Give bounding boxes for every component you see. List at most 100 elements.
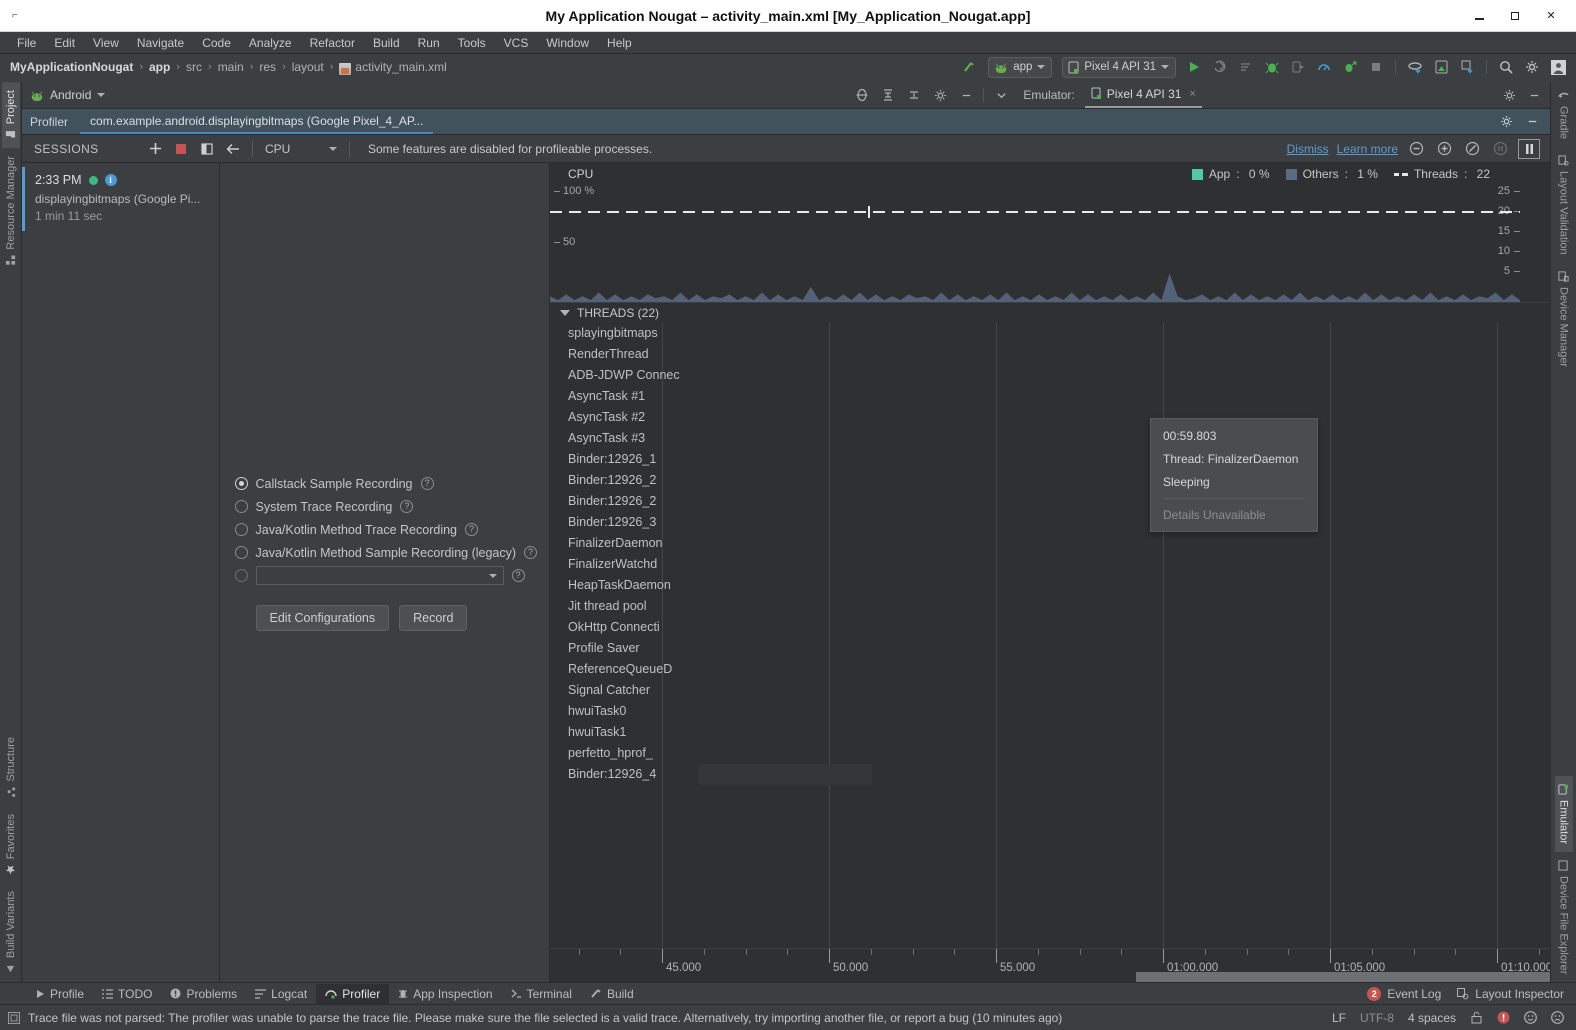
record-button[interactable]: Record xyxy=(399,605,468,631)
add-session-button[interactable] xyxy=(142,136,168,162)
breadcrumb-layout[interactable]: layout xyxy=(292,60,324,74)
menu-tools[interactable]: Tools xyxy=(449,32,495,54)
tab-logcat[interactable]: Logcat xyxy=(246,984,316,1004)
split-pane-button[interactable] xyxy=(194,136,220,162)
avd-manager-icon[interactable] xyxy=(1429,56,1453,78)
profile-icon[interactable] xyxy=(1312,56,1336,78)
help-icon[interactable]: ? xyxy=(511,569,525,582)
tab-profile[interactable]: Profile xyxy=(26,984,93,1004)
thread-row-label[interactable]: ReferenceQueueD xyxy=(550,659,698,680)
thread-row-label[interactable]: AsyncTask #3 xyxy=(550,428,698,449)
recording-option-method-sample-legacy[interactable]: Java/Kotlin Method Sample Recording (leg… xyxy=(234,543,538,562)
indent-indicator[interactable]: 4 spaces xyxy=(1408,1011,1456,1025)
sidebar-item-gradle[interactable]: Gradle xyxy=(1555,82,1573,147)
account-icon[interactable] xyxy=(1546,56,1570,78)
help-icon[interactable]: ? xyxy=(420,477,434,490)
thread-row-label[interactable]: ADB-JDWP Connec xyxy=(550,365,698,386)
breadcrumb-project[interactable]: MyApplicationNougat xyxy=(10,60,133,74)
info-icon[interactable]: i xyxy=(104,174,117,186)
help-icon[interactable]: ? xyxy=(465,523,478,536)
tab-app-inspection[interactable]: App Inspection xyxy=(389,984,501,1004)
stop-session-button[interactable] xyxy=(168,136,194,162)
lock-icon[interactable] xyxy=(1470,1011,1483,1024)
breadcrumb-src[interactable]: src xyxy=(186,60,202,74)
thread-row-label[interactable]: perfetto_hprof_ xyxy=(550,743,698,764)
window-maximize-button[interactable] xyxy=(1508,9,1522,23)
hide-pane-icon[interactable] xyxy=(954,84,978,106)
recording-option-custom[interactable]: ? xyxy=(234,566,535,585)
dismiss-link[interactable]: Dismiss xyxy=(1287,142,1329,156)
thread-row-label[interactable]: FinalizerWatchd xyxy=(550,554,698,575)
gear-icon[interactable] xyxy=(1494,111,1518,133)
thread-row-label[interactable]: Binder:12926_4 xyxy=(550,764,698,785)
sidebar-item-resource-manager[interactable]: Resource Manager xyxy=(2,148,20,274)
android-pane-title[interactable]: Android xyxy=(30,88,106,102)
line-separator-indicator[interactable]: LF xyxy=(1332,1011,1346,1025)
thread-row-label[interactable]: Signal Catcher xyxy=(550,680,698,701)
recording-option-callstack[interactable]: Callstack Sample Recording ? xyxy=(234,474,535,493)
breadcrumb-file[interactable]: activity_main.xml xyxy=(355,60,446,74)
sidebar-item-layout-validation[interactable]: Layout Validation xyxy=(1555,147,1573,263)
custom-config-dropdown[interactable] xyxy=(255,566,504,585)
run-with-coverage-icon[interactable] xyxy=(1338,56,1362,78)
breadcrumb-app[interactable]: app xyxy=(149,60,170,74)
gear-icon[interactable] xyxy=(1497,84,1521,106)
tab-emulator-pixel4[interactable]: Pixel 4 API 31 × xyxy=(1084,83,1202,108)
pause-live-button[interactable] xyxy=(1518,138,1540,159)
profiler-process-tab[interactable]: com.example.android.displayingbitmaps (G… xyxy=(80,110,434,134)
help-icon[interactable]: ? xyxy=(400,500,414,513)
radio-icon[interactable] xyxy=(234,477,248,490)
tab-todo[interactable]: TODO xyxy=(93,984,161,1004)
thread-row-label[interactable]: Binder:12926_3 xyxy=(550,512,698,533)
apply-changes-icon[interactable] xyxy=(1208,56,1232,78)
thread-row-label[interactable]: hwuiTask0 xyxy=(550,701,698,722)
thread-row-label[interactable]: Jit thread pool xyxy=(550,596,698,617)
sdk-manager-icon[interactable] xyxy=(1455,56,1479,78)
edit-configurations-button[interactable]: Edit Configurations xyxy=(255,605,390,631)
menu-file[interactable]: File xyxy=(8,32,45,54)
chevron-down-icon[interactable] xyxy=(560,310,570,316)
hide-pane-icon[interactable] xyxy=(1522,84,1546,106)
menu-navigate[interactable]: Navigate xyxy=(128,32,193,54)
sidebar-item-emulator[interactable]: Emulator xyxy=(1554,775,1573,852)
menu-edit[interactable]: Edit xyxy=(45,32,84,54)
cpu-usage-chart[interactable]: CPU App: 0 % Others: 1 % Threads: 22 100… xyxy=(550,163,1550,303)
thread-row-label[interactable]: Binder:12926_1 xyxy=(550,449,698,470)
chevron-down-icon[interactable] xyxy=(989,84,1013,106)
menu-vcs[interactable]: VCS xyxy=(495,32,538,54)
attach-debugger-icon[interactable] xyxy=(1286,56,1310,78)
thread-row-label[interactable]: Profile Saver xyxy=(550,638,698,659)
gear-icon[interactable] xyxy=(928,84,952,106)
close-icon[interactable]: × xyxy=(1189,88,1195,100)
tab-terminal[interactable]: Terminal xyxy=(502,984,581,1004)
error-icon[interactable] xyxy=(1497,1011,1510,1024)
radio-icon[interactable] xyxy=(234,500,248,513)
apply-code-changes-icon[interactable] xyxy=(1234,56,1258,78)
menu-view[interactable]: View xyxy=(84,32,128,54)
session-list-item[interactable]: 2:33 PM i displayingbitmaps (Google Pi..… xyxy=(22,167,219,231)
sidebar-item-build-variants[interactable]: Build Variants xyxy=(2,883,20,982)
settings-icon[interactable] xyxy=(1520,56,1544,78)
thread-row-label[interactable]: Binder:12926_2 xyxy=(550,470,698,491)
sad-face-icon[interactable] xyxy=(1551,1011,1564,1024)
menu-help[interactable]: Help xyxy=(598,32,641,54)
breadcrumb-res[interactable]: res xyxy=(259,60,276,74)
thread-row-label[interactable]: hwuiTask1 xyxy=(550,722,698,743)
thread-row-label[interactable]: splayingbitmaps xyxy=(550,323,698,344)
search-icon[interactable] xyxy=(1494,56,1518,78)
timeline-axis[interactable]: 45.000 50.000 55.000 01:00.000 01:05.000 01:1… xyxy=(550,948,1550,982)
recording-option-system-trace[interactable]: System Trace Recording ? xyxy=(234,497,535,516)
profiler-mode-selector[interactable]: CPU xyxy=(259,142,343,156)
menu-window[interactable]: Window xyxy=(537,32,598,54)
menu-run[interactable]: Run xyxy=(409,32,449,54)
encoding-indicator[interactable]: UTF-8 xyxy=(1360,1011,1394,1025)
threads-section-header[interactable]: THREADS (22) xyxy=(550,303,1550,323)
happy-face-icon[interactable] xyxy=(1524,1011,1537,1024)
build-hammer-icon[interactable] xyxy=(958,56,982,78)
menu-code[interactable]: Code xyxy=(193,32,240,54)
status-message[interactable]: Trace file was not parsed: The profiler … xyxy=(28,1011,1062,1025)
reset-zoom-icon[interactable] xyxy=(1462,139,1482,159)
tab-problems[interactable]: Problems xyxy=(161,984,246,1004)
run-icon[interactable] xyxy=(1182,56,1206,78)
zoom-out-icon[interactable] xyxy=(1406,139,1426,159)
